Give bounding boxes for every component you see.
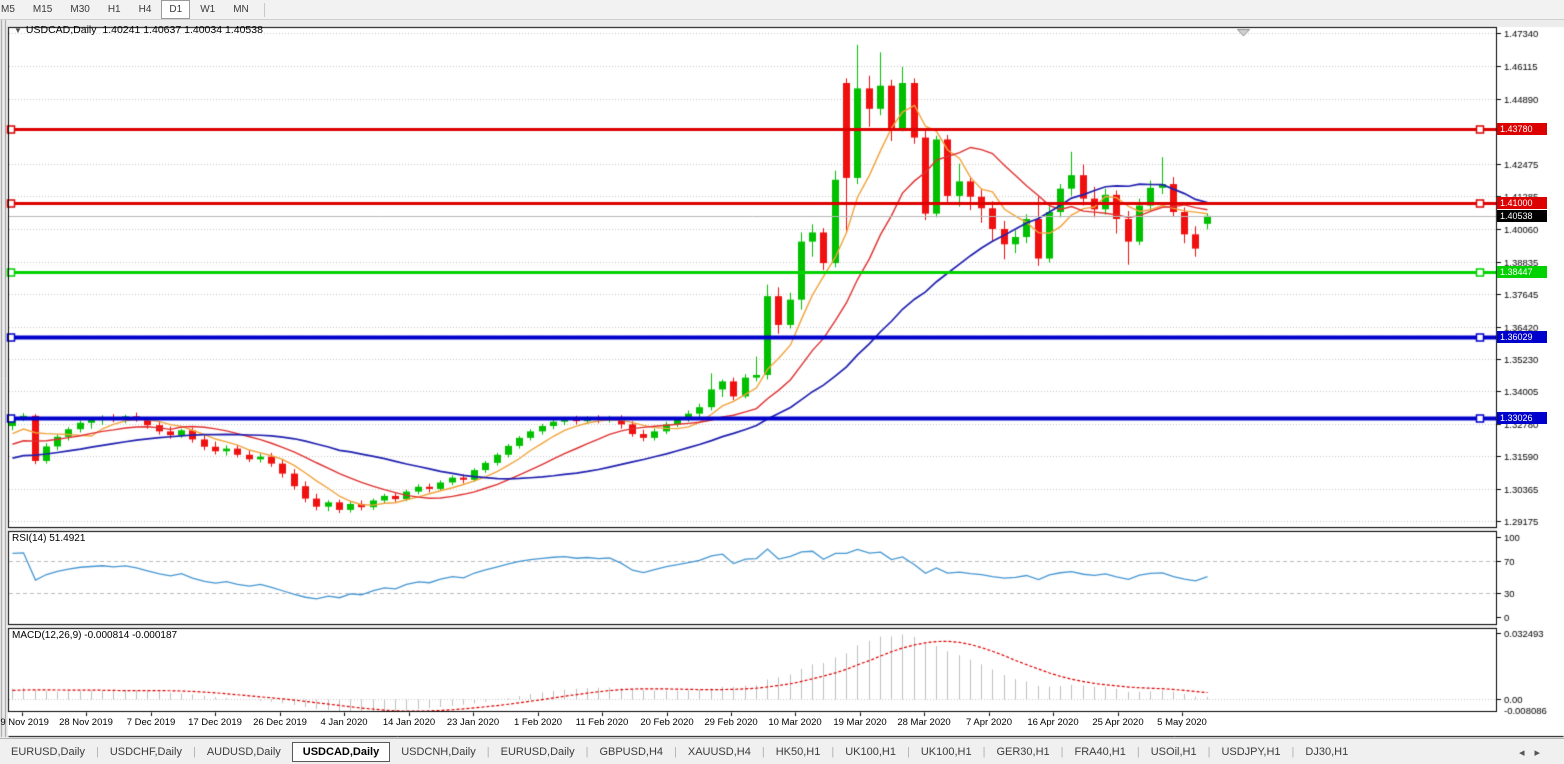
tab-ger30-h1[interactable]: GER30,H1 <box>985 743 1060 761</box>
timeframe-button-mn[interactable]: MN <box>225 0 257 19</box>
chart-canvas[interactable] <box>0 0 1564 764</box>
timeframe-button-m30[interactable]: M30 <box>62 0 97 19</box>
hline-price-label-1.41000: 1.41000 <box>1497 197 1547 209</box>
timeframe-button-h4[interactable]: H4 <box>131 0 160 19</box>
tab-gbpusd-h4[interactable]: GBPUSD,H4 <box>588 743 674 761</box>
date-label: 1 Feb 2020 <box>514 717 562 728</box>
date-label: 17 Dec 2019 <box>188 717 242 728</box>
trading-terminal-window: M5M15M30H1H4D1W1MN ▼ USDCAD,Daily 1.40241… <box>0 0 1564 764</box>
tab-uk100-h1[interactable]: UK100,H1 <box>910 743 983 761</box>
tab-usoil-h1[interactable]: USOil,H1 <box>1140 743 1208 761</box>
tab-dj30-h1[interactable]: DJ30,H1 <box>1294 743 1359 761</box>
tab-uk100-h1[interactable]: UK100,H1 <box>834 743 907 761</box>
rsi-pane-label: RSI(14) 51.4921 <box>12 533 85 544</box>
rsi-indicator-value: 51.4921 <box>49 533 85 544</box>
tab-usdcad-daily[interactable]: USDCAD,Daily <box>292 742 390 762</box>
date-label: 7 Apr 2020 <box>966 717 1012 728</box>
chart-title: ▼ USDCAD,Daily 1.40241 1.40637 1.40034 1.… <box>14 24 263 36</box>
tab-usdjpy-h1[interactable]: USDJPY,H1 <box>1210 743 1291 761</box>
date-label: 29 Feb 2020 <box>704 717 757 728</box>
rsi-indicator-name: RSI(14) <box>12 533 46 544</box>
chart-title-symbol: USDCAD,Daily <box>26 24 97 36</box>
chart-title-ohlc: 1.40241 1.40637 1.40034 1.40538 <box>102 24 263 36</box>
tab-nav: ◂▸ <box>1519 746 1550 759</box>
date-label: 23 Jan 2020 <box>447 717 499 728</box>
tab-fra40-h1[interactable]: FRA40,H1 <box>1064 743 1137 761</box>
current-price-label: 1.40538 <box>1497 210 1547 222</box>
timeframe-button-d1[interactable]: D1 <box>161 0 190 19</box>
tab-hk50-h1[interactable]: HK50,H1 <box>765 743 832 761</box>
date-label: 11 Feb 2020 <box>576 717 629 728</box>
timeframe-button-h1[interactable]: H1 <box>100 0 129 19</box>
date-label: 20 Feb 2020 <box>640 717 693 728</box>
symbol-tab-bar: EURUSD,Daily|USDCHF,Daily|AUDUSD,DailyUS… <box>0 738 1564 764</box>
date-label: 19 Nov 2019 <box>0 717 49 728</box>
date-label: 26 Dec 2019 <box>253 717 307 728</box>
hline-price-label-1.33026: 1.33026 <box>1497 412 1547 424</box>
tab-eurusd-daily[interactable]: EURUSD,Daily <box>490 743 586 761</box>
macd-indicator-values: -0.000814 -0.000187 <box>84 630 177 641</box>
date-label: 5 May 2020 <box>1157 717 1207 728</box>
date-label: 16 Apr 2020 <box>1027 717 1078 728</box>
timeframe-button-m5[interactable]: M5 <box>0 0 23 19</box>
hline-price-label-1.38447: 1.38447 <box>1497 266 1547 278</box>
tab-scroll-left-icon[interactable]: ◂ <box>1519 747 1535 759</box>
date-label: 19 Mar 2020 <box>833 717 886 728</box>
macd-indicator-name: MACD(12,26,9) <box>12 630 81 641</box>
timeframe-button-w1[interactable]: W1 <box>192 0 223 19</box>
macd-pane-label: MACD(12,26,9) -0.000814 -0.000187 <box>12 630 177 641</box>
date-label: 7 Dec 2019 <box>127 717 176 728</box>
tab-eurusd-daily[interactable]: EURUSD,Daily <box>0 743 96 761</box>
toolbar-separator <box>264 3 265 17</box>
date-label: 10 Mar 2020 <box>768 717 821 728</box>
tab-usdchf-daily[interactable]: USDCHF,Daily <box>99 743 193 761</box>
tab-audusd-daily[interactable]: AUDUSD,Daily <box>196 743 292 761</box>
timeframe-toolbar: M5M15M30H1H4D1W1MN <box>0 0 1564 20</box>
date-label: 4 Jan 2020 <box>320 717 367 728</box>
date-label: 28 Mar 2020 <box>897 717 950 728</box>
hline-price-label-1.36029: 1.36029 <box>1497 331 1547 343</box>
tab-xauusd-h4[interactable]: XAUUSD,H4 <box>677 743 762 761</box>
timeframe-button-m15[interactable]: M15 <box>25 0 60 19</box>
symbol-menu-icon[interactable]: ▼ <box>14 26 22 35</box>
date-label: 14 Jan 2020 <box>383 717 435 728</box>
date-label: 28 Nov 2019 <box>59 717 113 728</box>
tab-scroll-right-icon[interactable]: ▸ <box>1534 747 1550 759</box>
tab-usdcnh-daily[interactable]: USDCNH,Daily <box>390 743 487 761</box>
date-label: 25 Apr 2020 <box>1092 717 1143 728</box>
hline-price-label-1.43780: 1.43780 <box>1497 123 1547 135</box>
